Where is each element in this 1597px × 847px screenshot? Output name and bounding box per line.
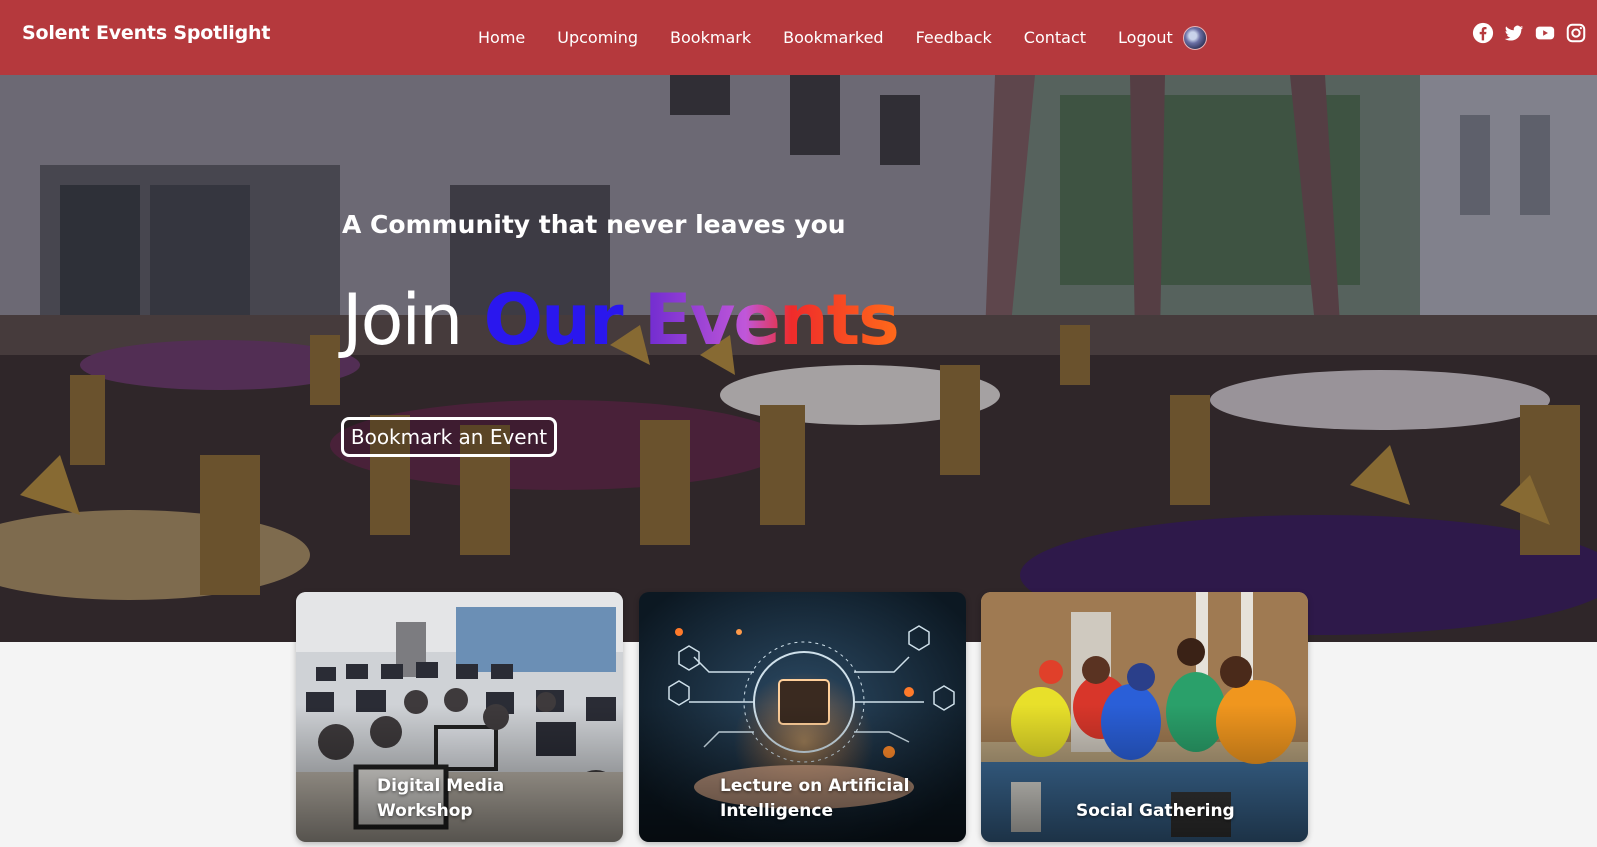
event-card-ai-lecture[interactable]: Lecture on Artificial Intelligence [639,592,966,842]
headline-our: Our [483,279,624,361]
event-card-social-gathering[interactable]: Social Gathering [981,592,1308,842]
hero-tagline: A Community that never leaves you [342,210,846,239]
nav-bookmarked[interactable]: Bookmarked [783,28,883,47]
nav-home[interactable]: Home [478,28,525,47]
bookmark-event-button[interactable]: Bookmark an Event [341,417,557,457]
twitter-icon[interactable] [1503,22,1525,44]
card-title: Social Gathering [1076,799,1235,824]
card-title-line2: Workshop [377,801,473,821]
card-title-line2: Social Gathering [1076,801,1235,821]
social-links [1472,22,1587,44]
brand-logo-text[interactable]: Solent Events Spotlight [22,22,270,44]
hero-headline: Join Our Events [342,285,900,355]
nav-bookmark[interactable]: Bookmark [670,28,751,47]
headline-events: Events [643,279,900,361]
card-title: Digital Media Workshop [377,774,504,824]
card-title-line2: Intelligence [720,801,833,821]
nav-links: Home Upcoming Bookmark Bookmarked Feedba… [478,0,1207,75]
event-card-digital-media[interactable]: Digital Media Workshop [296,592,623,842]
hero-banner: A Community that never leaves you Join O… [0,75,1597,642]
instagram-icon[interactable] [1565,22,1587,44]
nav-upcoming[interactable]: Upcoming [557,28,638,47]
youtube-icon[interactable] [1534,22,1556,44]
nav-contact[interactable]: Contact [1024,28,1086,47]
nav-feedback[interactable]: Feedback [916,28,992,47]
headline-join: Join [342,279,463,361]
user-avatar[interactable] [1182,25,1207,50]
navbar: Solent Events Spotlight Home Upcoming Bo… [0,0,1597,75]
card-title-line1: Digital Media [377,776,505,796]
facebook-icon[interactable] [1472,22,1494,44]
nav-logout[interactable]: Logout [1118,28,1173,47]
card-title: Lecture on Artificial Intelligence [720,774,910,824]
card-title-line1: Lecture on Artificial [720,776,910,796]
